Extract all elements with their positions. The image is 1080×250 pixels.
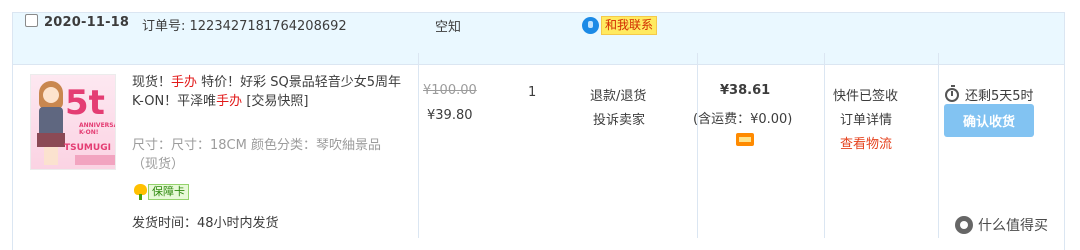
order-select-checkbox[interactable] <box>25 14 38 27</box>
column-divider <box>938 53 939 238</box>
unit-price: ¥39.80 <box>427 108 473 123</box>
freight-included: (含运费：¥0.00) <box>693 112 793 127</box>
order-date: 2020-11-18 <box>44 15 130 30</box>
remaining-time: 还剩5天5时 <box>945 84 1034 104</box>
shipping-time: 发货时间：48小时内发货 <box>132 216 279 231</box>
complain-seller-link[interactable]: 投诉卖家 <box>593 109 645 128</box>
view-logistics-link[interactable]: 查看物流 <box>840 133 892 152</box>
quantity: 1 <box>528 85 537 100</box>
confirm-receipt-button[interactable]: 确认收货 <box>944 104 1034 137</box>
contact-seller-label: 和我联系 <box>601 16 658 35</box>
order-number: 订单号: 1223427181764208692 <box>142 19 347 34</box>
product-spec: 尺寸：尺寸：18CM 颜色分类：琴吹紬景品（现货） <box>132 138 381 172</box>
contact-seller-button[interactable]: 和我联系 <box>582 16 658 35</box>
smzdm-logo-icon <box>955 216 973 234</box>
watermark: 什么值得买 <box>955 215 1048 235</box>
column-divider <box>697 53 698 238</box>
product-thumbnail[interactable]: 5t ANNIVERSARY K-ON! TSUMUGI <box>30 74 116 170</box>
title-highlight: 手办 <box>216 94 243 109</box>
guarantee-label: 保障卡 <box>148 184 189 200</box>
order-detail-link[interactable]: 订单详情 <box>840 109 892 128</box>
column-divider <box>824 53 825 238</box>
thumbnail-number: 5t <box>65 83 105 123</box>
refund-return-link[interactable]: 退款/退货 <box>590 85 646 104</box>
shipping-status: 快件已签收 <box>833 89 899 104</box>
product-title-link[interactable]: 现货！手办 特价！好彩 SQ景品轻音少女5周年 K-ON！平泽唯手办 [交易快照… <box>132 73 417 111</box>
thumbnail-name-text: TSUMUGI <box>64 143 111 153</box>
thumbnail-anniversary-text: ANNIVERSARY K-ON! <box>79 122 115 136</box>
credit-card-icon <box>736 133 754 146</box>
original-price: ¥100.00 <box>423 83 477 98</box>
guarantee-icon <box>134 184 147 200</box>
title-part: 现货！ <box>132 75 172 90</box>
title-highlight: 手办 <box>171 75 198 90</box>
wangwang-chat-icon <box>582 17 599 34</box>
guarantee-card-badge[interactable]: 保障卡 <box>134 184 189 200</box>
column-divider <box>418 53 419 238</box>
remaining-time-text: 还剩5天5时 <box>965 89 1034 104</box>
order-total: ¥38.61 <box>720 83 771 98</box>
shop-name-link[interactable]: 空知 <box>435 16 461 35</box>
timer-icon <box>945 84 959 102</box>
trade-snapshot-link[interactable]: [交易快照] <box>242 94 308 109</box>
watermark-text: 什么值得买 <box>978 218 1048 234</box>
